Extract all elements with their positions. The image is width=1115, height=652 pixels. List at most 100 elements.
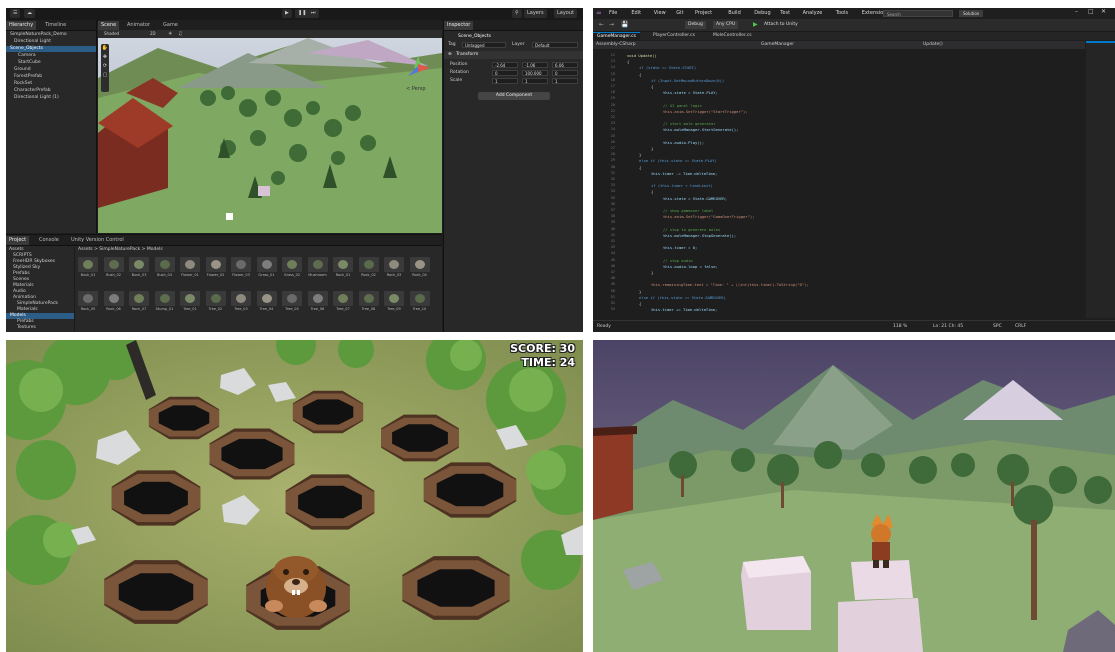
asset-thumbnail[interactable]	[409, 291, 430, 306]
asset-thumbnail[interactable]	[409, 257, 430, 272]
asset-thumbnail[interactable]	[282, 291, 302, 306]
scale-z[interactable]: 1	[552, 78, 578, 84]
tab-timeline[interactable]: Timeline	[42, 21, 69, 30]
status-eol[interactable]: CRLF	[1015, 321, 1026, 332]
code-line[interactable]: {	[627, 59, 629, 64]
hierarchy-item[interactable]: Camera	[18, 53, 36, 59]
code-line[interactable]: {	[639, 72, 641, 77]
hierarchy-item[interactable]: ForestPrefab	[14, 74, 42, 80]
hierarchy-item[interactable]: CharacterPrefab	[14, 88, 51, 94]
mole-hole[interactable]	[417, 569, 495, 607]
asset-thumbnail[interactable]	[205, 257, 226, 272]
whack-a-mole-game[interactable]: SCORE: 30 TIME: 24	[6, 340, 583, 652]
scale-icon[interactable]: ▢	[101, 71, 109, 80]
menu-item-view[interactable]: View	[654, 9, 666, 18]
code-line[interactable]: this.timer -= Time.deltaTime;	[651, 171, 717, 176]
hierarchy-item[interactable]: RockSet	[14, 81, 32, 87]
mole-hole[interactable]	[118, 573, 194, 611]
status-spaces[interactable]: SPC	[993, 321, 1002, 332]
code-line[interactable]: {	[651, 189, 653, 194]
code-line[interactable]: // stop to generate moles	[663, 227, 720, 232]
search-icon[interactable]: ⚲	[512, 9, 522, 18]
code-line[interactable]: // UI panel logic	[663, 103, 702, 108]
play-icon[interactable]: ▶	[282, 9, 292, 18]
rotation-z[interactable]: 0	[552, 70, 578, 76]
hierarchy-item[interactable]: Directional Light	[14, 39, 51, 45]
code-line[interactable]: this.anim.SetTrigger("GameOverTrigger");	[663, 214, 754, 219]
tab-scene[interactable]: Scene	[98, 21, 120, 30]
close-icon[interactable]: ✕	[1101, 8, 1106, 15]
asset-thumbnail[interactable]	[180, 291, 200, 306]
code-line[interactable]: if (state == State.START)	[639, 65, 696, 70]
audio-icon[interactable]: ♫	[178, 31, 182, 37]
object-name[interactable]: Scene_Objects	[458, 34, 491, 40]
scale-y[interactable]: 1	[522, 78, 548, 84]
hierarchy-item[interactable]: Directional Light (1)	[14, 95, 59, 101]
code-line[interactable]: this.moleManager.StartGenerate();	[663, 127, 738, 132]
solution-badge[interactable]: Solution	[959, 10, 984, 17]
position-x[interactable]: -2.64	[492, 62, 518, 68]
transform-header[interactable]: ⊕ Transform	[444, 51, 583, 59]
rotation-y[interactable]: 100.000	[522, 70, 548, 76]
tab-inspector[interactable]: Inspector	[444, 21, 474, 30]
code-line[interactable]: this.state = State.PLAY;	[663, 90, 718, 95]
asset-thumbnail[interactable]	[103, 291, 124, 306]
code-line[interactable]: // start mole generator	[663, 121, 716, 126]
asset-thumbnail[interactable]	[333, 291, 353, 306]
asset-thumbnail[interactable]	[307, 257, 328, 272]
2d-toggle[interactable]: 2D	[150, 30, 156, 38]
asset-thumbnail[interactable]	[307, 291, 328, 306]
config-dropdown[interactable]: Debug	[685, 21, 706, 29]
shading-mode-dropdown[interactable]: Shaded	[104, 30, 119, 38]
code-line[interactable]: this.moleManager.StopGenerate();	[663, 233, 736, 238]
minimize-icon[interactable]: –	[1075, 8, 1078, 15]
code-line[interactable]: else if (this.state == State.GAMEOVER)	[639, 295, 726, 300]
forward-icon[interactable]: →	[609, 21, 614, 28]
tab-playercontroller[interactable]: PlayerController.cs	[649, 32, 699, 40]
code-line[interactable]: // show gameover label	[663, 208, 713, 213]
code-line[interactable]: this.anim.SetTrigger("StartTrigger");	[663, 109, 748, 114]
code-line[interactable]: }	[639, 152, 641, 157]
asset-thumbnail[interactable]	[256, 257, 277, 272]
code-line[interactable]: this.audio.loop = false;	[663, 264, 718, 269]
status-zoom[interactable]: 118 %	[893, 321, 907, 332]
rotation-x[interactable]: 0	[492, 70, 518, 76]
menu-item-edit[interactable]: Edit	[631, 9, 641, 18]
menu-item-tools[interactable]: Tools	[836, 9, 848, 18]
asset-thumbnail[interactable]	[333, 257, 353, 272]
member-dropdown[interactable]: Update()	[923, 41, 1073, 49]
hierarchy-item-selected[interactable]: Scene_Objects	[6, 46, 96, 52]
asset-thumbnail[interactable]	[129, 257, 149, 272]
menu-item-debug[interactable]: Debug	[754, 9, 770, 18]
menu-item-build[interactable]: Build	[728, 9, 741, 18]
asset-thumbnail[interactable]	[78, 291, 98, 306]
asset-thumbnail[interactable]	[358, 257, 379, 272]
project-tree-item[interactable]: Textures	[17, 325, 36, 331]
menu-item-test[interactable]: Test	[780, 9, 790, 18]
tab-gamemanager[interactable]: GameManager.cs	[593, 32, 640, 41]
scene-viewport[interactable]	[98, 38, 442, 233]
mole-game-scene[interactable]	[6, 340, 583, 652]
code-line[interactable]: {	[651, 84, 653, 89]
tab-molecontroller[interactable]: MoleController.cs	[709, 32, 756, 40]
menu-item-git[interactable]: Git	[676, 9, 683, 18]
layer-dropdown[interactable]: Default	[532, 42, 578, 48]
platform-dropdown[interactable]: Any CPU	[713, 21, 739, 29]
hierarchy-item[interactable]: SimpleNaturePack_Demo	[10, 32, 67, 38]
mole-hole[interactable]	[436, 473, 504, 507]
hierarchy-item[interactable]: Ground	[14, 67, 31, 73]
search-input[interactable]: Search	[883, 10, 953, 17]
code-line[interactable]: // stop audio	[663, 258, 693, 263]
asset-thumbnail[interactable]	[129, 291, 149, 306]
rotate-icon[interactable]: ⟳	[101, 62, 109, 71]
asset-thumbnail[interactable]	[154, 257, 175, 272]
code-line[interactable]: else if (this.state == State.PLAY)	[639, 158, 717, 163]
asset-thumbnail[interactable]	[282, 257, 302, 272]
asset-thumbnail[interactable]	[205, 291, 226, 306]
code-line[interactable]: }	[651, 146, 653, 151]
code-editor[interactable]: 12 13 14 15 16 17 18 19 20 21 22 23 24 25 26 27 28 29 30 31…	[593, 50, 1085, 318]
tab-version-control[interactable]: Unity Version Control	[68, 236, 127, 245]
asset-thumbnail[interactable]	[358, 291, 379, 306]
mole-hole[interactable]	[302, 399, 354, 425]
add-component-button[interactable]: Add Component	[478, 92, 550, 100]
